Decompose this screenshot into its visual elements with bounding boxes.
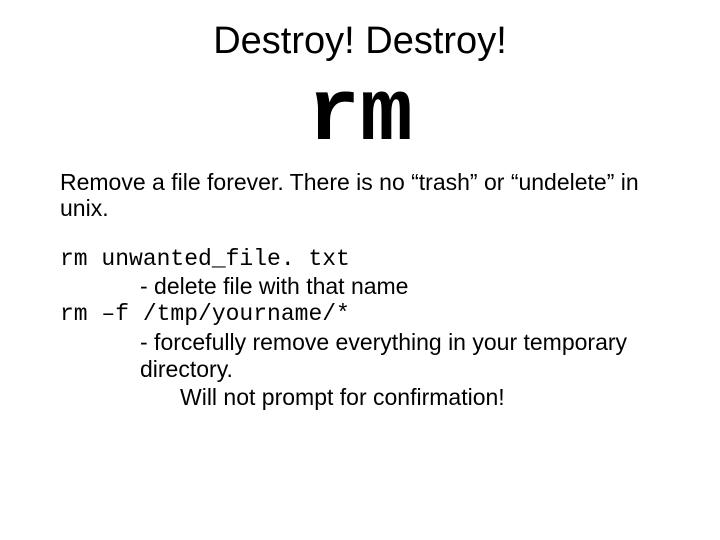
example-1-command: rm unwanted_file. txt	[60, 246, 660, 274]
slide-title: Destroy! Destroy!	[60, 20, 660, 63]
example-1-note: - delete file with that name	[60, 273, 660, 301]
example-2-note: - forcefully remove everything in your t…	[60, 329, 660, 384]
command-heading: rm	[60, 73, 660, 161]
command-description: Remove a file forever. There is no “tras…	[60, 169, 660, 222]
examples-block: rm unwanted_file. txt - delete file with…	[60, 246, 660, 412]
example-2-command: rm –f /tmp/yourname/*	[60, 301, 660, 329]
warning-text: Will not prompt for confirmation!	[60, 384, 660, 412]
slide: Destroy! Destroy! rm Remove a file forev…	[0, 0, 720, 431]
